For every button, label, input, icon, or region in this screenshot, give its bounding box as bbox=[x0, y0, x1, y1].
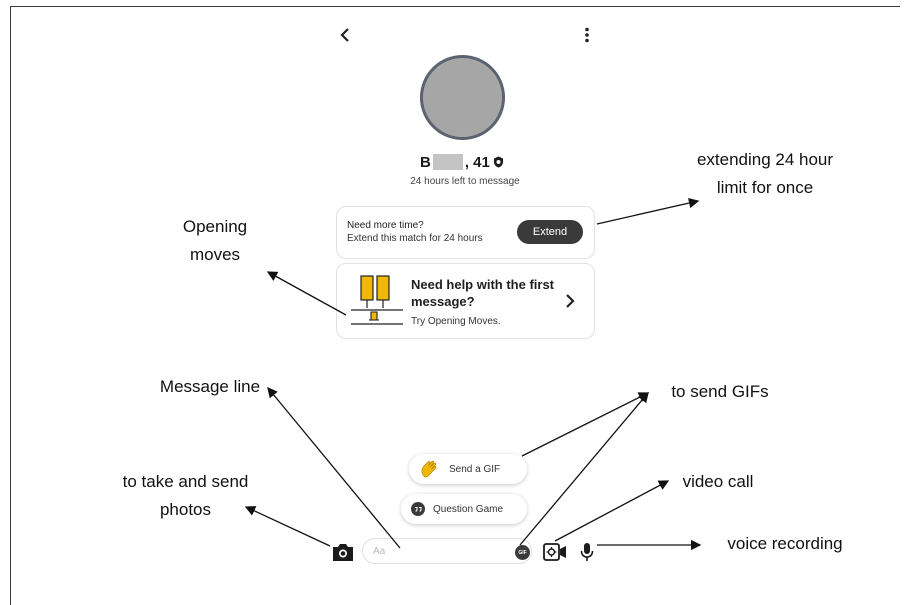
annotation-extending: extending 24 hour limit for once bbox=[696, 150, 834, 197]
question-game-chip[interactable]: Question Game bbox=[401, 494, 527, 524]
avatar-photo-redacted bbox=[424, 59, 501, 136]
arrow-video-call bbox=[554, 480, 670, 542]
opening-moves-illustration-icon bbox=[351, 275, 403, 325]
extend-title: Need more time? bbox=[347, 220, 424, 231]
name-initial: B bbox=[420, 153, 431, 171]
arrow-opening-moves bbox=[266, 271, 347, 316]
opening-moves-subtitle: Try Opening Moves. bbox=[411, 316, 501, 327]
opening-moves-title: Need help with the first message? bbox=[411, 277, 555, 309]
arrow-gif-chip bbox=[521, 392, 650, 457]
send-gif-label: Send a GIF bbox=[449, 463, 501, 475]
extend-subtitle: Extend this match for 24 hours bbox=[347, 233, 483, 244]
message-input[interactable] bbox=[362, 538, 532, 564]
quote-icon bbox=[411, 502, 425, 516]
question-game-label: Question Game bbox=[433, 503, 504, 515]
annotation-take-photos: to take and send photos bbox=[122, 472, 249, 519]
camera-button[interactable] bbox=[332, 542, 354, 562]
frame-left-border bbox=[10, 6, 11, 605]
annotation-opening-moves: Opening moves bbox=[182, 217, 248, 264]
waving-hand-icon bbox=[419, 459, 441, 479]
time-left-label: 24 hours left to message bbox=[410, 176, 520, 187]
name-redaction bbox=[432, 154, 463, 170]
microphone-icon bbox=[580, 543, 594, 561]
annotation-message-line: Message line bbox=[159, 377, 261, 396]
camera-icon bbox=[333, 544, 353, 561]
annotation-video-call: video call bbox=[682, 472, 754, 491]
annotation-send-gifs: to send GIFs bbox=[671, 382, 769, 401]
arrow-message-line bbox=[267, 386, 401, 549]
verified-badge-icon bbox=[493, 156, 504, 168]
annotation-voice-recording: voice recording bbox=[727, 534, 843, 553]
profile-age: , 41 bbox=[464, 153, 490, 171]
more-options-button[interactable] bbox=[578, 24, 596, 46]
arrow-gif-button bbox=[519, 392, 649, 546]
video-call-icon bbox=[543, 543, 566, 561]
more-vert-icon bbox=[585, 27, 589, 43]
avatar[interactable] bbox=[420, 55, 505, 140]
extend-button[interactable]: Extend bbox=[517, 220, 583, 244]
gif-button[interactable]: GIF bbox=[515, 545, 530, 560]
extend-card: Need more time? Extend this match for 24… bbox=[336, 206, 595, 259]
frame-top-border bbox=[10, 6, 900, 7]
voice-record-button[interactable] bbox=[580, 542, 594, 562]
arrow-extending bbox=[596, 197, 700, 225]
chevron-left-icon bbox=[340, 28, 349, 42]
chevron-right-icon bbox=[566, 294, 575, 308]
back-button[interactable] bbox=[336, 24, 354, 46]
opening-moves-card[interactable]: Need help with the first message? Try Op… bbox=[336, 263, 595, 339]
profile-name: B , 41 bbox=[420, 152, 504, 172]
video-call-button[interactable] bbox=[543, 542, 567, 562]
send-gif-chip[interactable]: Send a GIF bbox=[409, 454, 527, 484]
